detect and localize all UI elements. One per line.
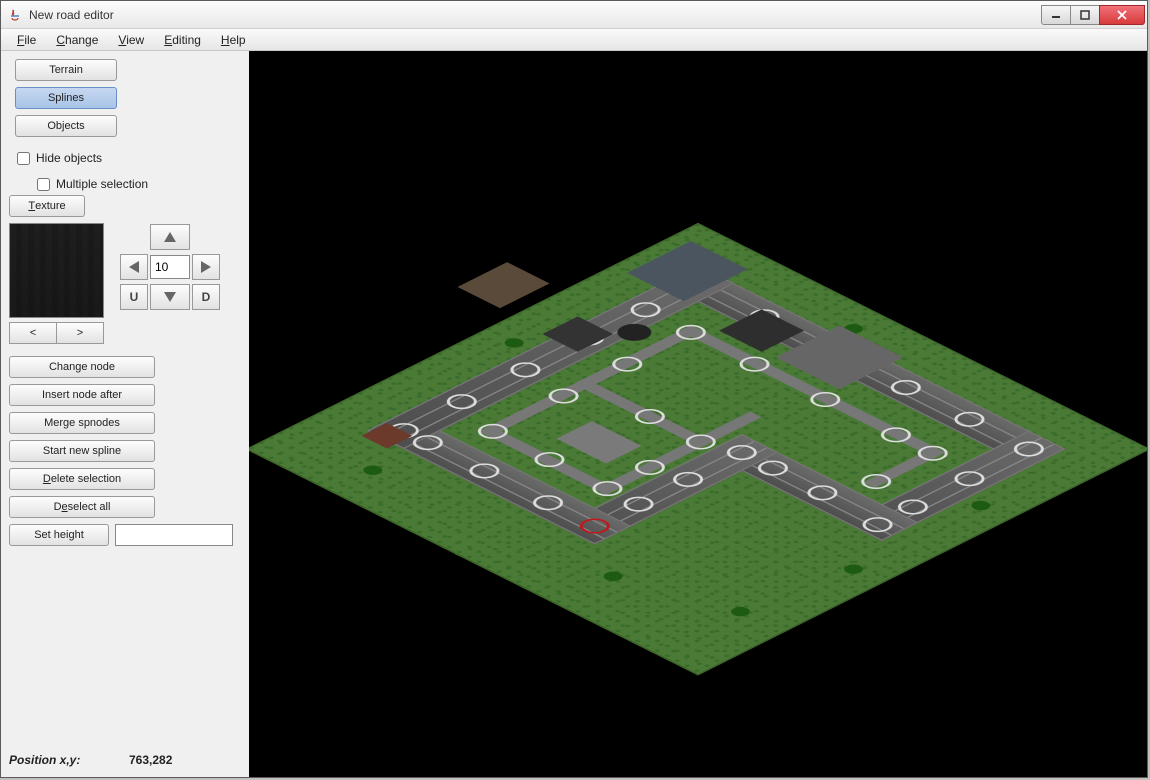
menu-editing[interactable]: Editing: [154, 31, 211, 49]
arrow-left-icon: [129, 261, 139, 273]
menu-change[interactable]: Change: [46, 31, 108, 49]
close-button[interactable]: [1099, 5, 1145, 25]
editor-viewport[interactable]: [249, 51, 1147, 777]
ground-plane: [249, 223, 1147, 676]
multiple-selection-checkbox[interactable]: Multiple selection: [37, 177, 241, 191]
nav-left-button[interactable]: [120, 254, 148, 280]
delete-selection-button[interactable]: Delete selection: [9, 468, 155, 490]
nav-up-button[interactable]: [150, 224, 190, 250]
set-height-button[interactable]: Set height: [9, 524, 109, 546]
merge-spnodes-button[interactable]: Merge spnodes: [9, 412, 155, 434]
nav-down-button[interactable]: [150, 284, 190, 310]
titlebar: New road editor: [1, 1, 1147, 29]
java-icon: [7, 7, 23, 23]
set-height-input[interactable]: [115, 524, 233, 546]
menu-view[interactable]: View: [108, 31, 154, 49]
arrow-right-icon: [201, 261, 211, 273]
menu-file[interactable]: File: [7, 31, 46, 49]
sidebar: Terrain Splines Objects Hide objects Mul…: [1, 51, 249, 777]
status-label: Position x,y:: [9, 753, 129, 767]
nav-value-input[interactable]: [150, 255, 190, 279]
change-node-button[interactable]: Change node: [9, 356, 155, 378]
arrow-down-icon: [164, 292, 176, 302]
nav-u-button[interactable]: U: [120, 284, 148, 310]
nav-right-button[interactable]: [192, 254, 220, 280]
deselect-all-button[interactable]: Deselect all: [9, 496, 155, 518]
start-new-spline-button[interactable]: Start new spline: [9, 440, 155, 462]
insert-node-after-button[interactable]: Insert node after: [9, 384, 155, 406]
tab-splines-button[interactable]: Splines: [15, 87, 117, 109]
menu-help[interactable]: Help: [211, 31, 256, 49]
texture-preview: [9, 223, 104, 318]
arrow-up-icon: [164, 232, 176, 242]
app-window: New road editor File Change View Editing…: [0, 0, 1148, 778]
texture-next-button[interactable]: >: [56, 322, 104, 344]
menubar: File Change View Editing Help: [1, 29, 1147, 51]
window-title: New road editor: [29, 8, 1042, 22]
multiple-selection-input[interactable]: [37, 178, 50, 191]
tab-terrain-button[interactable]: Terrain: [15, 59, 117, 81]
status-bar: Position x,y: 763,282: [9, 745, 241, 777]
minimize-button[interactable]: [1041, 5, 1071, 25]
maximize-button[interactable]: [1070, 5, 1100, 25]
texture-button[interactable]: Texture: [9, 195, 85, 217]
hide-objects-checkbox[interactable]: Hide objects: [17, 151, 241, 165]
tab-objects-button[interactable]: Objects: [15, 115, 117, 137]
hide-objects-input[interactable]: [17, 152, 30, 165]
nav-d-button[interactable]: D: [192, 284, 220, 310]
status-value: 763,282: [129, 753, 172, 767]
texture-prev-button[interactable]: <: [9, 322, 56, 344]
